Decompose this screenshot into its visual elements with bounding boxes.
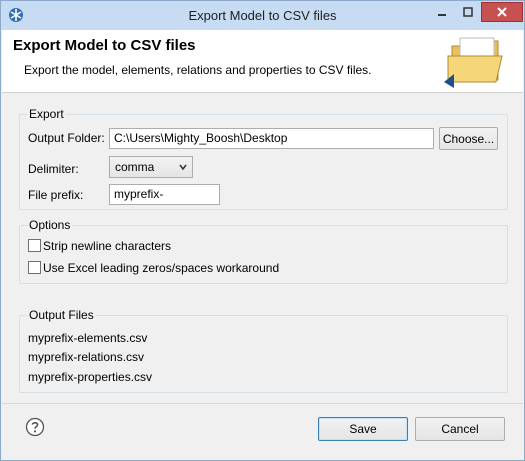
minimize-icon [438, 13, 446, 16]
maximize-button[interactable] [455, 2, 481, 21]
delimiter-value: comma [115, 160, 155, 174]
file-prefix-field[interactable]: myprefix- [109, 184, 220, 205]
banner-description: Export the model, elements, relations an… [24, 63, 372, 77]
file-prefix-label: File prefix: [28, 188, 84, 202]
help-icon[interactable] [25, 417, 45, 437]
title-bar[interactable]: Export Model to CSV files [1, 1, 524, 30]
output-file-elements: myprefix-elements.csv [28, 331, 148, 345]
options-group-label: Options [27, 218, 73, 232]
export-group-label: Export [27, 107, 66, 121]
excel-workaround-checkbox[interactable] [28, 261, 41, 274]
close-icon [497, 7, 507, 17]
excel-workaround-label[interactable]: Use Excel leading zeros/spaces workaroun… [43, 261, 279, 275]
delimiter-select[interactable]: comma [109, 156, 193, 178]
strip-newline-checkbox[interactable] [28, 239, 41, 252]
delimiter-label: Delimiter: [28, 162, 79, 176]
output-file-relations: myprefix-relations.csv [28, 350, 145, 364]
banner-title: Export Model to CSV files [13, 37, 196, 54]
minimize-button[interactable] [429, 2, 455, 21]
chevron-down-icon [179, 164, 187, 171]
maximize-icon [463, 6, 473, 17]
footer-separator [2, 403, 523, 404]
save-button[interactable]: Save [318, 417, 408, 441]
output-file-properties: myprefix-properties.csv [28, 370, 153, 384]
options-group: Options [19, 218, 508, 284]
cancel-button[interactable]: Cancel [415, 417, 505, 441]
strip-newline-label[interactable]: Strip newline characters [43, 239, 171, 253]
output-folder-field[interactable]: C:\Users\Mighty_Boosh\Desktop [109, 128, 434, 149]
choose-button[interactable]: Choose... [439, 127, 498, 150]
folder-icon [444, 37, 503, 88]
close-button[interactable] [481, 2, 523, 22]
dialog-banner: Export Model to CSV files Export the mod… [2, 30, 523, 93]
export-csv-dialog: Export Model to CSV files Export Model t… [0, 0, 525, 461]
output-files-group-label: Output Files [27, 308, 96, 322]
output-folder-label: Output Folder: [28, 131, 105, 145]
